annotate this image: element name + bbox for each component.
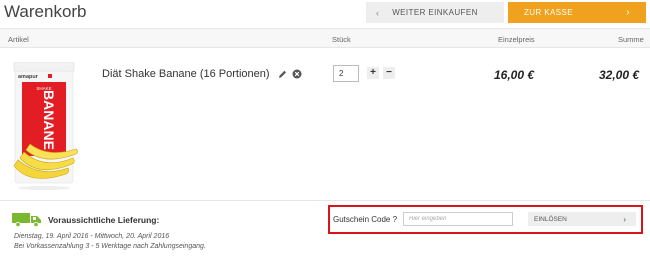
edit-pencil-icon[interactable] — [277, 68, 287, 80]
delivery-title: Voraussichtliche Lieferung: — [48, 215, 160, 225]
coupon-label: Gutschein Code ? — [333, 215, 398, 224]
delivery-dates: Dienstag, 19. April 2016 - Mittwoch, 20.… — [14, 233, 170, 240]
chevron-right-icon: › — [626, 7, 630, 18]
quantity-decrease-button[interactable]: − — [383, 67, 395, 79]
cart-table-header: Artikel Stück Einzelpreis Summe — [0, 28, 650, 48]
coupon-code-input[interactable] — [403, 212, 513, 226]
redeem-coupon-label: EINLÖSEN — [534, 215, 567, 223]
coupon-section-highlight: Gutschein Code ? EINLÖSEN › — [328, 205, 643, 234]
delivery-note: Bei Vorkassenzahlung 3 - 5 Werktage nach… — [14, 243, 206, 250]
continue-shopping-button[interactable]: ‹ WEITER EINKAUFEN — [366, 2, 504, 23]
checkout-label: ZUR KASSE — [524, 8, 573, 17]
delivery-truck-icon — [12, 213, 41, 227]
section-divider — [0, 200, 650, 201]
unit-price: 16,00 € — [494, 68, 535, 82]
checkout-button[interactable]: ZUR KASSE › — [508, 2, 646, 23]
quantity-increase-button[interactable]: + — [367, 67, 379, 79]
product-name[interactable]: Diät Shake Banane (16 Portionen) — [102, 68, 270, 80]
redeem-coupon-button[interactable]: EINLÖSEN › — [528, 212, 636, 226]
column-unit-price: Einzelpreis — [498, 35, 535, 44]
remove-item-icon[interactable] — [292, 69, 302, 79]
continue-shopping-label: WEITER EINKAUFEN — [392, 8, 478, 17]
column-total: Summe — [618, 35, 644, 44]
chevron-left-icon: ‹ — [376, 7, 380, 18]
page-title: Warenkorb — [4, 2, 87, 21]
product-brand-text: amapur — [18, 74, 39, 80]
total-price: 32,00 € — [599, 68, 640, 82]
product-image[interactable]: amapur SHAKE BANANE — [10, 62, 84, 192]
product-line2-text: BANANE — [41, 90, 57, 150]
chevron-right-icon: › — [623, 214, 626, 224]
quantity-input[interactable] — [333, 65, 359, 82]
column-article: Artikel — [8, 35, 29, 44]
column-quantity: Stück — [332, 35, 351, 44]
